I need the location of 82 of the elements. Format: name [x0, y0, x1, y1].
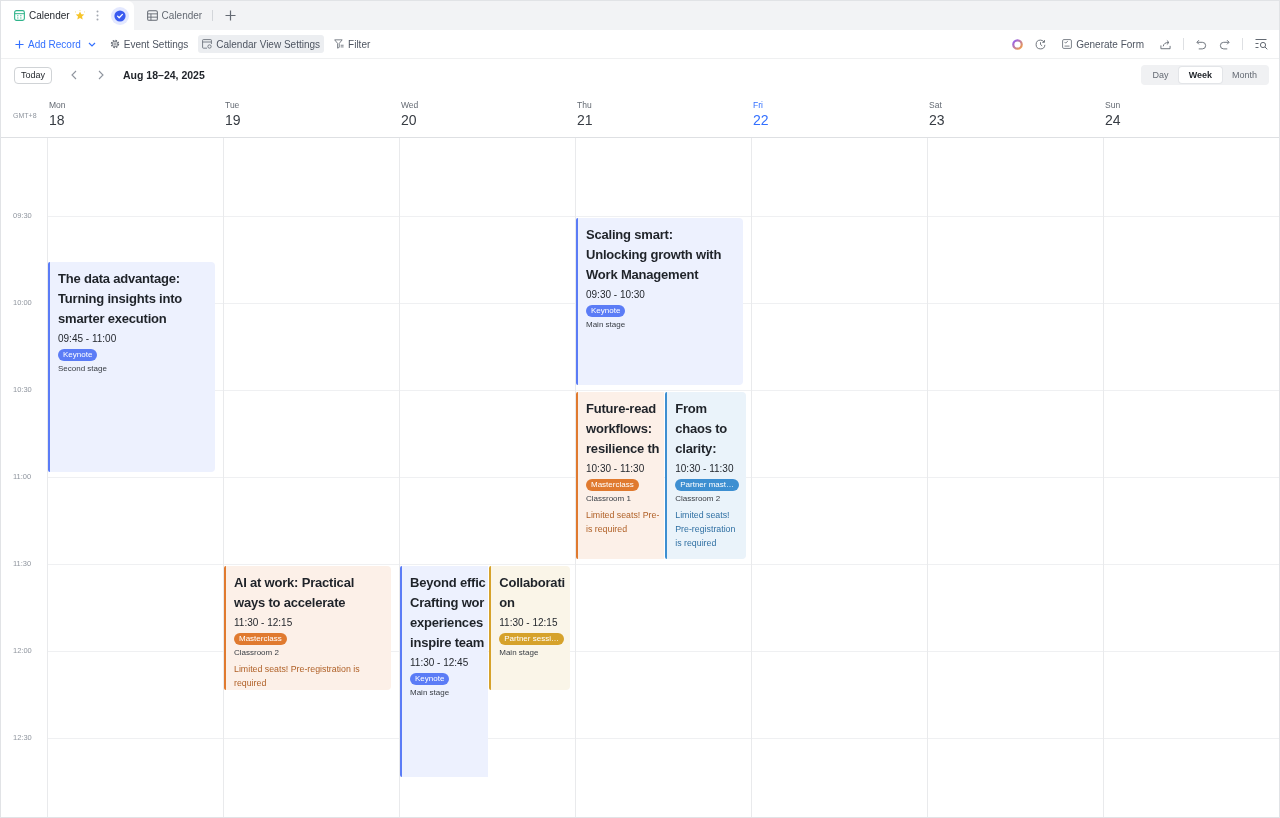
event-time: 11:30 - 12:15 — [499, 616, 558, 630]
day-date: 20 — [401, 111, 417, 129]
event-title: Collaboration — [499, 574, 566, 612]
settings-button[interactable]: Event Settings — [105, 35, 193, 53]
ring-icon[interactable] — [1012, 38, 1024, 50]
undo-icon[interactable] — [1196, 38, 1207, 50]
add-record-button[interactable]: Add Record — [11, 35, 100, 53]
event-title: Scaling smart: Unlocking growth with Work Management — [586, 226, 723, 284]
event-card[interactable]: The data advantage: Turning insights into smarter execution 09:45 - 11:00 Keynote Second stage — [48, 261, 215, 472]
event-time: 10:30 - 11:30 — [586, 462, 645, 476]
search-list-icon[interactable] — [1255, 38, 1268, 50]
gear-icon — [109, 39, 120, 49]
view-settings-button[interactable]: Calendar View Settings — [198, 35, 325, 53]
chevron-left-icon[interactable] — [71, 70, 78, 80]
day-name: Fri — [753, 99, 763, 111]
event-title: Future-read workflows: resilience th — [586, 400, 661, 458]
event-time: 11:30 - 12:45 — [410, 656, 469, 670]
filter-button[interactable]: Filter — [330, 35, 375, 53]
share-icon[interactable] — [1160, 38, 1171, 50]
event-location: Main stage — [499, 647, 539, 659]
event-card[interactable]: Scaling smart: Unlocking growth with Work Management 09:30 - 10:30 Keynote Main stage — [576, 218, 743, 385]
event-location: Main stage — [586, 319, 626, 331]
event-location: Classroom 2 — [675, 493, 721, 505]
day-date: 23 — [929, 111, 945, 129]
today-button[interactable]: Today — [14, 66, 53, 84]
event-location: Classroom 1 — [586, 493, 631, 505]
day-date: 19 — [225, 111, 241, 129]
clock-icon[interactable] — [1035, 38, 1047, 50]
generate-form-button[interactable]: Generate Form — [1058, 35, 1148, 53]
event-title: Beyond effic Crafting wor experiences inspire team — [410, 574, 487, 652]
redo-icon[interactable] — [1219, 38, 1230, 50]
view-tab[interactable]: Week — [1178, 67, 1222, 83]
day-name: Wed — [401, 99, 419, 111]
event-note: Limited seats! Pre-registration is required — [675, 509, 737, 550]
day-date: 24 — [1105, 111, 1121, 129]
event-time: 11:30 - 12:15 — [234, 616, 293, 630]
category-tag: Partner sessi… — [499, 633, 564, 645]
event-note: Limited seats! Pre-registration is required — [234, 663, 361, 690]
event-card[interactable]: Beyond effic Crafting wor experiences inspire team 11:30 - 12:45 Keynote Main stage — [400, 566, 489, 777]
event-title: AI at work: Practical ways to accelerate — [234, 574, 356, 612]
day-name: Sat — [929, 99, 942, 111]
day-date: 18 — [49, 111, 65, 129]
event-time: 09:45 - 11:00 — [58, 331, 117, 346]
event-card[interactable]: Future-read workflows: resilience th 10:30 - 11:30 Masterclass Classroom 1 Limited seats! Pre- is required — [576, 392, 665, 559]
category-tag: Masterclass — [586, 479, 639, 491]
filter-icon — [334, 39, 345, 49]
plus-icon[interactable] — [225, 10, 237, 21]
view-tab[interactable]: Day — [1142, 67, 1179, 83]
event-location: Classroom 2 — [234, 647, 279, 659]
caret-icon — [87, 41, 96, 47]
day-date: 22 — [753, 111, 769, 129]
day-date: 21 — [577, 111, 593, 129]
category-tag: Masterclass — [234, 633, 287, 645]
chevron-right-icon[interactable] — [98, 70, 105, 80]
view-tab[interactable]: Month — [1222, 67, 1267, 83]
category-tag: Keynote — [410, 673, 450, 685]
event-location: Second stage — [58, 362, 107, 375]
category-tag: Keynote — [58, 348, 98, 361]
tab[interactable]: Calender — [133, 1, 213, 30]
calendar-gear-icon — [202, 39, 213, 49]
day-name: Thu — [577, 99, 592, 111]
event-location: Main stage — [410, 687, 450, 699]
day-name: Sun — [1105, 99, 1121, 111]
event-card[interactable]: From chaos to clarity: 10:30 - 11:30 Partner mast… Classroom 2 Limited seats! Pre-registration is required — [665, 392, 746, 559]
tab[interactable]: Calender — [1, 1, 134, 30]
calendar-icon — [14, 10, 25, 21]
table-icon — [146, 10, 158, 21]
more-icon[interactable] — [95, 10, 99, 21]
event-title: The data advantage: Turning insights into smarter execution — [58, 269, 184, 328]
category-tag: Partner mast… — [675, 479, 740, 491]
event-time: 10:30 - 11:30 — [675, 462, 734, 476]
event-time: 09:30 - 10:30 — [586, 288, 645, 302]
event-title: From chaos to clarity: — [675, 400, 729, 458]
event-note: Limited seats! Pre- is required — [586, 509, 661, 536]
form-icon — [1062, 39, 1073, 49]
event-card[interactable]: Collaboration 11:30 - 12:15 Partner sessi… Main stage — [489, 566, 570, 690]
day-name: Mon — [49, 99, 66, 111]
event-card[interactable]: AI at work: Practical ways to accelerate 11:30 - 12:15 Masterclass Classroom 2 Limited seats! Pre-registration is required — [224, 566, 391, 690]
plus-icon — [15, 39, 24, 49]
day-name: Tue — [225, 99, 240, 111]
category-tag: Keynote — [586, 305, 626, 317]
date-range: Aug 18–24, 2025 — [123, 69, 205, 81]
